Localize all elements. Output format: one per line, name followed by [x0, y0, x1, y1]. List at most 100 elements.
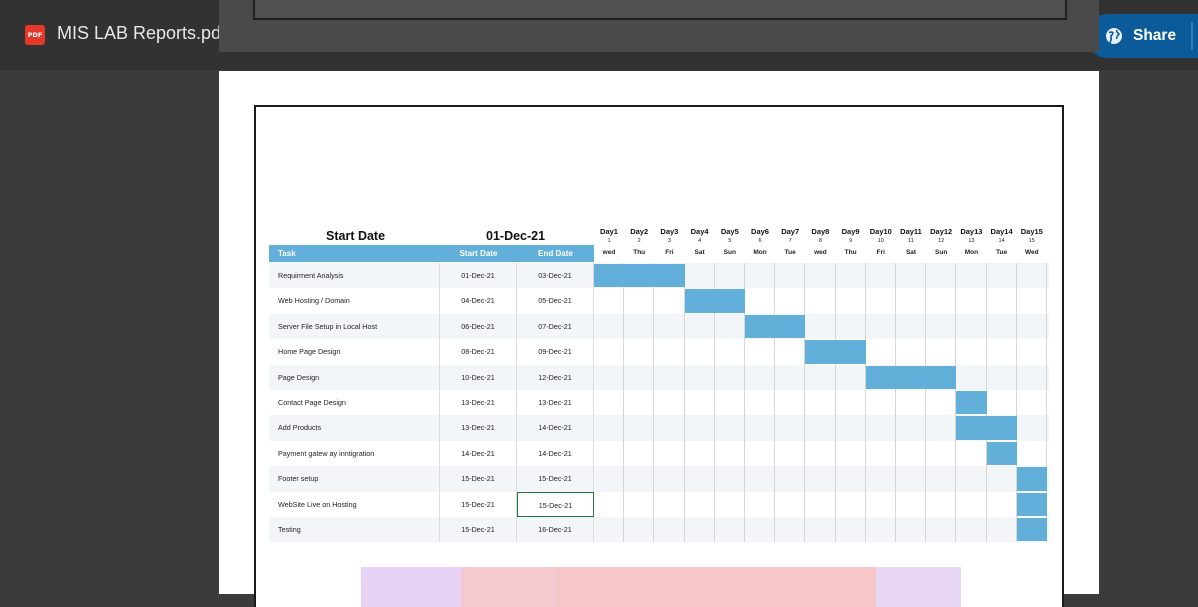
gantt-day-cell[interactable] — [836, 466, 866, 492]
gantt-day-cell[interactable] — [896, 390, 927, 416]
gantt-day-cell[interactable] — [805, 415, 836, 441]
gantt-day-cell[interactable] — [926, 517, 957, 543]
start-date-cell[interactable]: 15-Dec-21 — [440, 517, 517, 543]
gantt-day-cell[interactable] — [926, 313, 957, 340]
end-date-cell[interactable]: 13-Dec-21 — [517, 390, 594, 416]
gantt-day-cell[interactable] — [654, 466, 685, 492]
gantt-day-cell[interactable] — [956, 491, 987, 517]
gantt-day-cell[interactable] — [956, 288, 987, 314]
gantt-day-cell[interactable] — [956, 263, 987, 289]
gantt-day-cell[interactable] — [866, 491, 896, 517]
gantt-day-cell[interactable] — [896, 440, 927, 467]
gantt-day-cell[interactable] — [926, 339, 957, 365]
gantt-day-cell[interactable] — [956, 364, 987, 390]
gantt-day-cell[interactable] — [836, 288, 866, 314]
gantt-day-cell[interactable] — [685, 313, 715, 340]
gantt-day-cell[interactable] — [896, 415, 927, 441]
gantt-day-cell[interactable] — [775, 390, 806, 416]
task-name-cell[interactable]: Requirment Analysis — [269, 263, 440, 289]
task-name-cell[interactable]: Footer setup — [269, 466, 440, 492]
gantt-day-cell[interactable] — [926, 466, 957, 492]
start-date-cell[interactable]: 06-Dec-21 — [440, 313, 517, 340]
end-date-cell[interactable]: 14-Dec-21 — [517, 415, 594, 441]
gantt-day-cell[interactable] — [624, 390, 655, 416]
gantt-day-cell[interactable] — [624, 440, 655, 467]
gantt-day-cell[interactable] — [715, 263, 745, 289]
gantt-day-cell[interactable] — [624, 364, 655, 390]
gantt-day-cell[interactable] — [594, 466, 625, 492]
end-date-cell[interactable]: 03-Dec-21 — [517, 263, 594, 289]
gantt-day-cell[interactable] — [654, 517, 685, 543]
gantt-day-cell[interactable] — [1017, 440, 1047, 467]
gantt-day-cell[interactable] — [624, 415, 655, 441]
gantt-day-cell[interactable] — [805, 491, 836, 517]
task-name-cell[interactable]: Server File Setup in Local Host — [269, 313, 440, 340]
gantt-day-cell[interactable] — [685, 364, 715, 390]
end-date-cell[interactable]: 05-Dec-21 — [517, 288, 594, 314]
gantt-day-cell[interactable] — [685, 263, 715, 289]
gantt-day-cell[interactable] — [594, 517, 625, 543]
gantt-day-cell[interactable] — [715, 364, 745, 390]
gantt-day-cell[interactable] — [654, 339, 685, 365]
gantt-day-cell[interactable] — [715, 466, 745, 492]
gantt-day-cell[interactable] — [1017, 263, 1047, 289]
gantt-day-cell[interactable] — [594, 339, 625, 365]
gantt-day-cell[interactable] — [775, 440, 806, 467]
gantt-day-cell[interactable] — [624, 288, 655, 314]
gantt-day-cell[interactable] — [836, 440, 866, 467]
gantt-day-cell[interactable] — [775, 466, 806, 492]
task-name-cell[interactable]: Contact Page Design — [269, 390, 440, 416]
gantt-day-cell[interactable] — [805, 517, 836, 543]
gantt-day-cell[interactable] — [715, 313, 745, 340]
gantt-day-cell[interactable] — [866, 415, 896, 441]
gantt-day-cell[interactable] — [745, 263, 776, 289]
start-date-cell[interactable]: 15-Dec-21 — [440, 491, 517, 517]
gantt-day-cell[interactable] — [715, 517, 745, 543]
gantt-day-cell[interactable] — [926, 440, 957, 467]
gantt-day-cell[interactable] — [654, 364, 685, 390]
gantt-day-cell[interactable] — [745, 288, 776, 314]
gantt-day-cell[interactable] — [805, 466, 836, 492]
gantt-day-cell[interactable] — [866, 288, 896, 314]
gantt-day-cell[interactable] — [685, 390, 715, 416]
gantt-day-cell[interactable] — [805, 390, 836, 416]
task-name-cell[interactable]: WebSite Live on Hosting — [269, 491, 440, 517]
gantt-day-cell[interactable] — [594, 288, 625, 314]
share-button[interactable]: Share — [1086, 14, 1198, 58]
gantt-day-cell[interactable] — [956, 313, 987, 340]
gantt-day-cell[interactable] — [685, 517, 715, 543]
gantt-day-cell[interactable] — [745, 466, 776, 492]
gantt-day-cell[interactable] — [624, 517, 655, 543]
gantt-day-cell[interactable] — [685, 440, 715, 467]
gantt-day-cell[interactable] — [896, 313, 927, 340]
gantt-day-cell[interactable] — [896, 288, 927, 314]
gantt-day-cell[interactable] — [866, 390, 896, 416]
task-name-cell[interactable]: Home Page Design — [269, 339, 440, 365]
gantt-day-cell[interactable] — [987, 466, 1017, 492]
gantt-day-cell[interactable] — [926, 415, 957, 441]
gantt-day-cell[interactable] — [745, 390, 776, 416]
gantt-day-cell[interactable] — [987, 263, 1017, 289]
gantt-day-cell[interactable] — [987, 491, 1017, 517]
gantt-day-cell[interactable] — [896, 466, 927, 492]
gantt-day-cell[interactable] — [805, 263, 836, 289]
gantt-day-cell[interactable] — [1017, 339, 1047, 365]
gantt-day-cell[interactable] — [594, 313, 625, 340]
gantt-day-cell[interactable] — [745, 415, 776, 441]
gantt-day-cell[interactable] — [775, 288, 806, 314]
end-date-cell[interactable]: 16-Dec-21 — [517, 517, 594, 543]
gantt-day-cell[interactable] — [956, 517, 987, 543]
gantt-day-cell[interactable] — [956, 440, 987, 467]
gantt-day-cell[interactable] — [956, 466, 987, 492]
gantt-day-cell[interactable] — [654, 440, 685, 467]
gantt-day-cell[interactable] — [594, 491, 625, 517]
gantt-day-cell[interactable] — [654, 415, 685, 441]
gantt-day-cell[interactable] — [836, 364, 866, 390]
gantt-day-cell[interactable] — [805, 288, 836, 314]
gantt-day-cell[interactable] — [624, 313, 655, 340]
start-date-cell[interactable]: 04-Dec-21 — [440, 288, 517, 314]
gantt-day-cell[interactable] — [594, 415, 625, 441]
gantt-day-cell[interactable] — [594, 390, 625, 416]
gantt-day-cell[interactable] — [715, 390, 745, 416]
gantt-day-cell[interactable] — [987, 517, 1017, 543]
